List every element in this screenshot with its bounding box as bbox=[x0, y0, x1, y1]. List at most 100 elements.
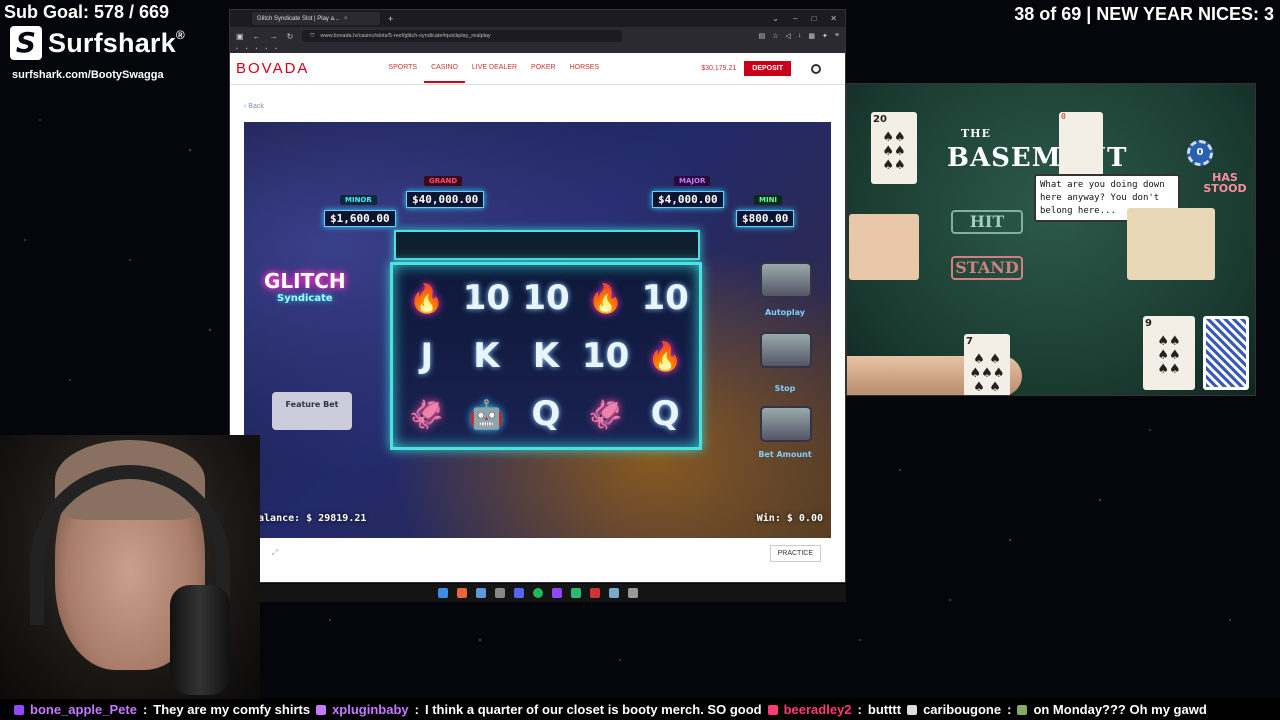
slot-game: MINOR $1,600.00 GRAND $40,000.00 MAJOR $… bbox=[244, 122, 831, 538]
back-arrow-icon[interactable]: ← bbox=[253, 32, 261, 41]
reel-symbol: 🔥 bbox=[647, 339, 683, 373]
nav-sports[interactable]: SPORTS bbox=[381, 54, 424, 83]
app-icon[interactable] bbox=[475, 588, 486, 598]
extension-icon[interactable]: ▦ bbox=[808, 32, 815, 40]
face-card bbox=[849, 214, 919, 280]
playing-card: 20 ♠♠ ♠♠ ♠♠ bbox=[871, 112, 917, 184]
has-stood-label: HAS STOOD bbox=[1203, 171, 1247, 195]
slot-reels: 🔥 10 10 🔥 10 J K K 10 🔥 🦑 🤖 Q 🦑 Q bbox=[390, 262, 702, 450]
new-tab-button[interactable]: + bbox=[388, 14, 393, 24]
bookmark-item[interactable]: ▪ bbox=[275, 46, 277, 52]
feature-bet-button[interactable]: Feature Bet bbox=[272, 392, 352, 430]
shield-icon: ⛉ bbox=[310, 32, 315, 39]
reel-symbol: 🔥 bbox=[588, 281, 624, 315]
reel-symbol: 10 bbox=[641, 278, 689, 318]
bookmark-star-icon[interactable]: ☆ bbox=[772, 32, 778, 40]
firefox-icon[interactable] bbox=[456, 588, 467, 598]
bookmark-item[interactable]: ▪ bbox=[265, 46, 267, 52]
slot-machine-top bbox=[394, 230, 700, 260]
spin-button[interactable] bbox=[760, 332, 812, 368]
account-icon[interactable] bbox=[811, 63, 821, 74]
jackpot-mini: $800.00 bbox=[736, 210, 795, 227]
bookmark-item[interactable]: ▪ bbox=[256, 46, 258, 52]
maximize-icon[interactable]: □ bbox=[811, 14, 816, 23]
reader-icon[interactable]: ▤ bbox=[759, 32, 766, 40]
nav-bar: ▣ ← → ↻ ⛉ www.bovada.lv/casino/slots/5-r… bbox=[230, 27, 845, 45]
reload-icon[interactable]: ↻ bbox=[287, 32, 294, 41]
jackpot-major-label: MAJOR bbox=[674, 176, 711, 186]
twitch-icon[interactable] bbox=[551, 588, 562, 598]
app-icon[interactable] bbox=[608, 588, 619, 598]
browser-tab[interactable]: Glitch Syndicate Slot | Play a... × bbox=[252, 12, 380, 25]
surfshark-icon: S bbox=[10, 26, 42, 60]
close-icon[interactable]: ✕ bbox=[830, 14, 837, 23]
avatar bbox=[1017, 704, 1028, 715]
account-balance: $30,179.21 bbox=[701, 65, 737, 72]
back-link[interactable]: ‹ Back bbox=[244, 103, 264, 110]
chat-user: xpluginbaby bbox=[332, 702, 409, 717]
reel-symbol: Q bbox=[531, 394, 561, 434]
stand-button[interactable]: STAND bbox=[951, 256, 1023, 280]
expand-icon[interactable]: ⤢ bbox=[272, 548, 278, 558]
discord-icon[interactable] bbox=[513, 588, 524, 598]
bookmark-item[interactable]: ▪ bbox=[236, 46, 238, 52]
browser-window: Glitch Syndicate Slot | Play a... × + ⌄ … bbox=[229, 9, 846, 583]
taskbar bbox=[229, 584, 846, 602]
download-icon[interactable]: ↓ bbox=[798, 32, 802, 40]
menu-icon[interactable]: ≡ bbox=[835, 32, 839, 40]
deposit-button[interactable]: DEPOSIT bbox=[744, 61, 791, 76]
jackpot-minor-label: MINOR bbox=[340, 195, 377, 205]
jackpot-grand: $40,000.00 bbox=[406, 191, 485, 208]
dealer-score: 0 bbox=[1061, 112, 1066, 121]
nav-live-dealer[interactable]: LIVE DEALER bbox=[465, 54, 524, 83]
app-icon[interactable] bbox=[494, 588, 505, 598]
sponsor-name: Surfshark® bbox=[48, 27, 185, 58]
reel-symbol: 🦑 bbox=[588, 397, 624, 431]
forward-arrow-icon[interactable]: → bbox=[270, 32, 278, 41]
chip-icon: 0 bbox=[1187, 140, 1213, 166]
reel-symbol: 10 bbox=[462, 278, 511, 318]
bovada-logo[interactable]: BOVADA bbox=[236, 60, 309, 77]
playing-card bbox=[1059, 112, 1103, 178]
deck-card: 9 ♠♠ ♠♠ ♠♠ bbox=[1143, 316, 1195, 390]
nav-poker[interactable]: POKER bbox=[524, 54, 563, 83]
nav-casino[interactable]: CASINO bbox=[424, 54, 465, 83]
url-bar[interactable]: ⛉ www.bovada.lv/casino/slots/5-reel/glit… bbox=[302, 30, 623, 42]
extension-icon[interactable]: ✦ bbox=[822, 32, 828, 40]
reel-symbol: 10 bbox=[522, 278, 570, 318]
app-icon[interactable] bbox=[627, 588, 638, 598]
sponsor-url: surfshark.com/BootySwagga bbox=[12, 69, 164, 81]
url-text: www.bovada.lv/casino/slots/5-reel/glitch… bbox=[320, 33, 491, 39]
hit-button[interactable]: HIT bbox=[951, 210, 1023, 234]
practice-button[interactable]: PRACTICE bbox=[769, 544, 821, 562]
chat-ticker: bone_apple_Pete: They are my comfy shirt… bbox=[0, 699, 1280, 720]
minimize-icon[interactable]: – bbox=[793, 14, 797, 23]
app-icon[interactable] bbox=[570, 588, 581, 598]
nav-horses[interactable]: HORSES bbox=[563, 54, 607, 83]
site-nav: SPORTS CASINO LIVE DEALER POKER HORSES bbox=[381, 54, 606, 83]
chat-message: They are my comfy shirts bbox=[153, 702, 311, 717]
microphone bbox=[170, 585, 230, 695]
reel-symbol: 🤖 bbox=[468, 397, 504, 431]
autoplay-button[interactable] bbox=[760, 262, 812, 298]
bookmark-item[interactable]: ▪ bbox=[246, 46, 248, 52]
chat-message: butttt bbox=[867, 702, 902, 717]
chat-user: beeradley2 bbox=[783, 702, 852, 717]
tab-title: Glitch Syndicate Slot | Play a... bbox=[257, 15, 339, 22]
jackpot-major: $4,000.00 bbox=[652, 191, 724, 208]
windows-start-icon[interactable] bbox=[437, 588, 448, 598]
game-win: Win: $ 0.00 bbox=[756, 513, 823, 524]
reel-symbol: J bbox=[420, 336, 434, 376]
spotify-icon[interactable] bbox=[532, 588, 543, 598]
badge-icon bbox=[316, 704, 327, 715]
chat-user: caribougone bbox=[923, 702, 1002, 717]
chevron-down-icon[interactable]: ⌄ bbox=[772, 14, 779, 23]
obs-icon[interactable] bbox=[589, 588, 600, 598]
blackjack-game-capture: 20 ♠♠ ♠♠ ♠♠ THE BASEMENT 0 0 What are you do… bbox=[846, 83, 1256, 396]
mute-icon[interactable]: ◁ bbox=[786, 32, 791, 40]
site-header: BOVADA SPORTS CASINO LIVE DEALER POKER H… bbox=[230, 53, 845, 85]
sidebar-icon[interactable]: ▣ bbox=[236, 32, 244, 41]
close-tab-icon[interactable]: × bbox=[344, 16, 348, 22]
bet-amount-button[interactable] bbox=[760, 406, 812, 442]
chat-user: bone_apple_Pete bbox=[30, 702, 137, 717]
